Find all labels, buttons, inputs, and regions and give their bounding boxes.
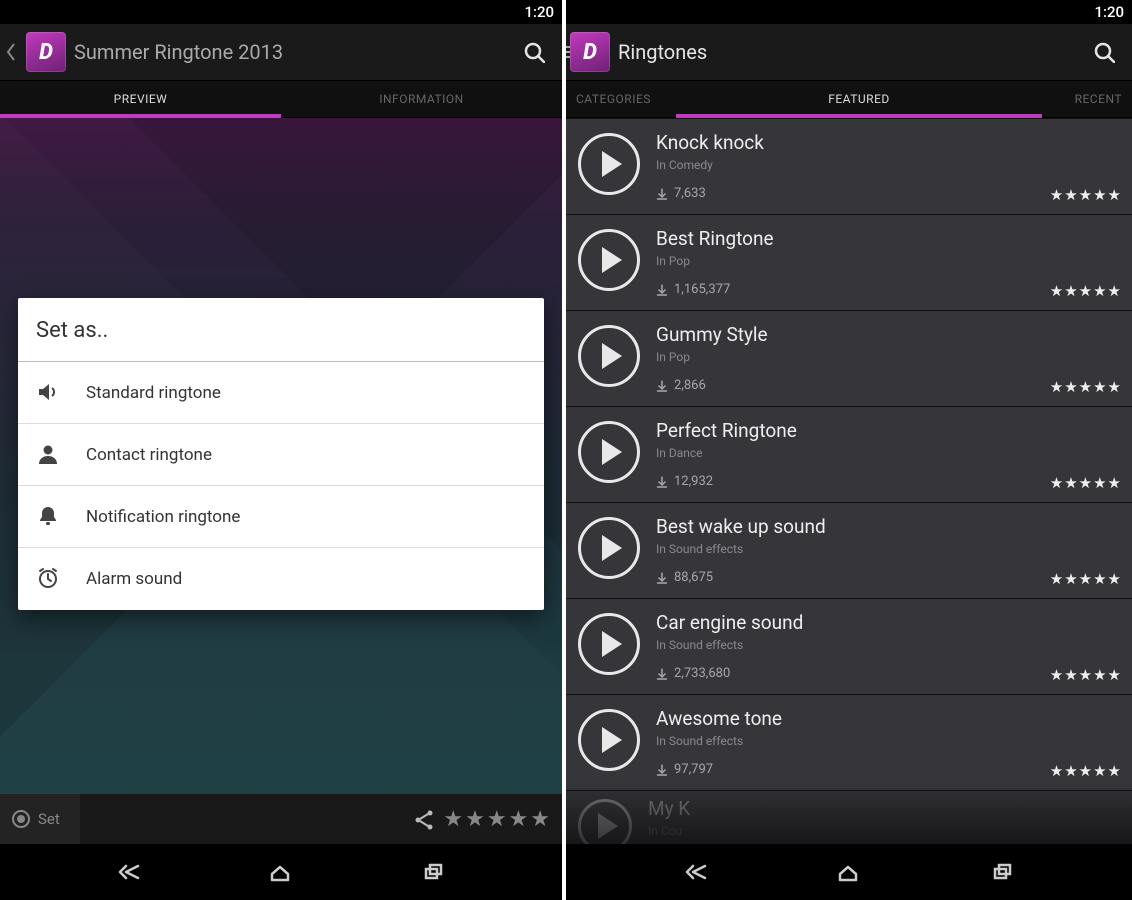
ringtone-category: In Dance (656, 446, 1122, 460)
status-time: 1:20 (524, 3, 554, 21)
tab-featured[interactable]: FEATURED (676, 81, 1042, 117)
nav-home-icon[interactable] (825, 854, 873, 890)
ringtone-title: Best wake up sound (656, 515, 1122, 538)
ringtone-category: In Sound effects (656, 542, 1122, 556)
system-navbar (566, 844, 1132, 900)
nav-back-icon[interactable] (672, 854, 720, 890)
tab-categories[interactable]: CATEGORIES (566, 81, 676, 117)
status-time: 1:20 (1094, 3, 1124, 21)
play-button[interactable] (578, 799, 632, 844)
set-button[interactable]: Set (0, 794, 80, 844)
search-button[interactable] (514, 32, 554, 72)
dialog-option-label: Standard ringtone (86, 383, 221, 403)
dialog-option[interactable]: Standard ringtone (18, 362, 544, 424)
rating-stars: ★★★★★ (1050, 666, 1122, 684)
play-button[interactable] (578, 133, 640, 195)
dialog-option-label: Notification ringtone (86, 507, 240, 527)
ringtone-category: In Cou (648, 824, 1122, 838)
play-button[interactable] (578, 709, 640, 771)
share-button[interactable] (403, 808, 443, 830)
ringtone-row[interactable]: Car engine sound In Sound effects 2,733,… (566, 598, 1132, 695)
page-title: Ringtones (618, 40, 1076, 64)
rating-stars: ★★★★★ (1050, 762, 1122, 780)
drawer-icon[interactable] (566, 45, 570, 59)
rating-display[interactable]: ★★★★★ (443, 807, 562, 832)
play-button[interactable] (578, 613, 640, 675)
nav-recent-icon[interactable] (410, 854, 458, 890)
dialog-option[interactable]: Alarm sound (18, 548, 544, 610)
set-as-dialog: Set as.. Standard ringtone Contact ringt… (18, 298, 544, 610)
status-bar: 1:20 (0, 0, 562, 24)
ringtone-row[interactable]: Best wake up sound In Sound effects 88,6… (566, 502, 1132, 599)
ringtone-title: Car engine sound (656, 611, 1122, 634)
volume-icon (34, 378, 64, 408)
rating-stars: ★★★★★ (1050, 186, 1122, 204)
page-title: Summer Ringtone 2013 (74, 40, 506, 64)
tabs: CATEGORIES FEATURED RECENT (566, 80, 1132, 118)
ringtone-category: In Comedy (656, 158, 1122, 172)
screen-detail: 1:20 D Summer Ringtone 2013 PREVIEW INFO… (0, 0, 566, 900)
ringtone-title: Perfect Ringtone (656, 419, 1122, 442)
screen-list: 1:20 D Ringtones CATEGORIES FEATURED REC… (566, 0, 1132, 900)
rating-stars: ★★★★★ (1050, 570, 1122, 588)
ringtone-title: Awesome tone (656, 707, 1122, 730)
nav-back-icon[interactable] (105, 854, 153, 890)
rating-stars: ★★★★★ (1050, 474, 1122, 492)
action-bar: D Summer Ringtone 2013 (0, 24, 562, 80)
bell-icon (34, 502, 64, 532)
ringtone-row[interactable]: Perfect Ringtone In Dance 12,932 ★★★★★ (566, 406, 1132, 503)
rating-stars: ★★★★★ (1050, 282, 1122, 300)
play-button[interactable] (578, 325, 640, 387)
rating-stars: ★★★★★ (1050, 378, 1122, 396)
ringtone-list[interactable]: Knock knock In Comedy 7,633 ★★★★★ Best R… (566, 118, 1132, 844)
tabs: PREVIEW INFORMATION (0, 80, 562, 118)
ringtone-row[interactable]: Gummy Style In Pop 2,866 ★★★★★ (566, 310, 1132, 407)
person-icon (34, 440, 64, 470)
dialog-option[interactable]: Contact ringtone (18, 424, 544, 486)
ringtone-row[interactable]: Awesome tone In Sound effects 97,797 ★★★… (566, 694, 1132, 791)
tab-recent[interactable]: RECENT (1042, 81, 1132, 117)
ringtone-row[interactable]: My K In Cou (566, 790, 1132, 844)
tab-information[interactable]: INFORMATION (281, 81, 562, 117)
set-label: Set (38, 810, 60, 828)
action-bar: D Ringtones (566, 24, 1132, 80)
detail-footer: Set ★★★★★ (0, 794, 562, 844)
ringtone-title: Best Ringtone (656, 227, 1122, 250)
dialog-option-label: Alarm sound (86, 569, 182, 589)
ringtone-category: In Sound effects (656, 638, 1122, 652)
play-button[interactable] (578, 229, 640, 291)
ringtone-title: My K (648, 797, 1122, 820)
set-icon (12, 810, 30, 828)
ringtone-row[interactable]: Best Ringtone In Pop 1,165,377 ★★★★★ (566, 214, 1132, 311)
ringtone-row[interactable]: Knock knock In Comedy 7,633 ★★★★★ (566, 118, 1132, 215)
tab-preview[interactable]: PREVIEW (0, 81, 281, 117)
search-button[interactable] (1084, 32, 1124, 72)
dialog-option[interactable]: Notification ringtone (18, 486, 544, 548)
dialog-title: Set as.. (18, 298, 544, 362)
dialog-option-label: Contact ringtone (86, 445, 212, 465)
play-button[interactable] (578, 421, 640, 483)
ringtone-title: Gummy Style (656, 323, 1122, 346)
ringtone-title: Knock knock (656, 131, 1122, 154)
preview-area: Set as.. Standard ringtone Contact ringt… (0, 118, 562, 794)
app-logo-icon[interactable]: D (26, 32, 66, 72)
app-logo-icon[interactable]: D (570, 32, 610, 72)
alarm-icon (34, 564, 64, 594)
play-button[interactable] (578, 517, 640, 579)
back-icon[interactable] (4, 24, 18, 80)
status-bar: 1:20 (566, 0, 1132, 24)
ringtone-category: In Pop (656, 254, 1122, 268)
ringtone-category: In Sound effects (656, 734, 1122, 748)
ringtone-category: In Pop (656, 350, 1122, 364)
nav-home-icon[interactable] (257, 854, 305, 890)
nav-recent-icon[interactable] (979, 854, 1027, 890)
ringtone-info: My K In Cou (632, 797, 1122, 838)
system-navbar (0, 844, 562, 900)
